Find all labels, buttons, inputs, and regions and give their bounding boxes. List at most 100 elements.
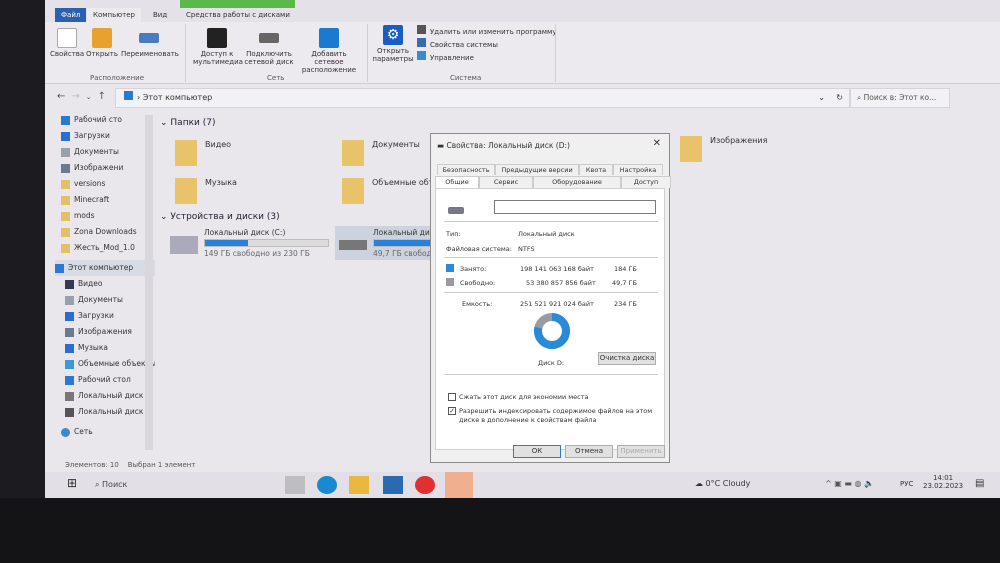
dialog-tab[interactable]: Доступ xyxy=(621,176,671,188)
sidebar-quick-item[interactable]: Документы xyxy=(55,144,155,160)
folder-pictures[interactable]: Изображения xyxy=(680,136,767,162)
add-network-location-button[interactable]: Добавить сетевое расположение xyxy=(297,28,361,74)
clock[interactable]: 14:01 23.02.2023 xyxy=(923,474,963,490)
compress-checkbox[interactable]: Сжать этот диск для экономии места xyxy=(448,393,589,401)
folder-icon xyxy=(61,163,70,173)
properties-dialog: ▬ Свойства: Локальный диск (D:) ✕ Безопа… xyxy=(430,133,671,463)
rename-button[interactable]: Переименовать xyxy=(121,28,179,58)
sidebar-quick-item[interactable]: Изображени xyxy=(55,160,155,176)
drive-name-input[interactable] xyxy=(494,200,656,214)
mail-icon[interactable] xyxy=(383,476,403,494)
taskbar-search[interactable]: ⌕ Поиск xyxy=(95,476,275,494)
devices-header[interactable]: ⌄ Устройства и диски (3) xyxy=(160,212,280,222)
folder-music[interactable]: Музыка xyxy=(175,178,237,204)
folder-icon xyxy=(61,131,70,141)
drive-icon xyxy=(339,240,367,250)
checkbox[interactable]: ✓ xyxy=(448,407,456,415)
cancel-button[interactable]: Отмена xyxy=(565,445,613,458)
dialog-tab[interactable]: Безопасность xyxy=(437,164,495,175)
address-bar[interactable]: › Этот компьютер ⌄ ↻ xyxy=(115,88,850,108)
sidebar-scrollbar[interactable] xyxy=(145,115,153,450)
network-icon xyxy=(61,427,70,437)
ok-button[interactable]: ОК xyxy=(513,445,561,458)
sidebar-quick-item[interactable]: Жесть_Mod_1.0 xyxy=(55,240,155,256)
drive-c[interactable]: Локальный диск (C:) 149 ГБ свободно из 23… xyxy=(170,228,329,258)
tab-file[interactable]: Файл xyxy=(55,8,87,22)
folders-header[interactable]: ⌄ Папки (7) xyxy=(160,118,215,128)
free-label: Свободно: xyxy=(460,279,496,287)
dialog-tab[interactable]: Оборудование xyxy=(533,176,621,188)
start-button[interactable]: ⊞ xyxy=(67,476,87,494)
open-settings-button[interactable]: ⚙ Открыть параметры xyxy=(371,25,415,63)
forward-icon[interactable]: → xyxy=(71,91,85,102)
tray-icons[interactable]: ^ ▣ ▬ ◍ 🔈 xyxy=(825,479,874,488)
tab-computer[interactable]: Компьютер xyxy=(87,8,141,22)
search-icon: ⌕ xyxy=(857,93,864,102)
up-icon[interactable]: ↑ xyxy=(98,91,112,102)
edge-icon[interactable] xyxy=(317,476,337,494)
tab-disk-tools[interactable]: Средства работы с дисками xyxy=(180,8,296,22)
3d-objects-folder-icon xyxy=(342,178,364,204)
map-drive-button[interactable]: Подключить сетевой диск xyxy=(243,28,295,66)
status-bar: Элементов: 10 Выбран 1 элемент xyxy=(65,461,196,469)
sidebar-quick-item[interactable]: Zona Downloads xyxy=(55,224,155,240)
address-dropdown-icon[interactable]: ⌄ xyxy=(818,89,825,107)
notifications-icon[interactable]: ▤ xyxy=(975,478,984,489)
folder-video[interactable]: Видео xyxy=(175,140,231,166)
close-button[interactable]: ✕ xyxy=(653,138,661,149)
file-explorer-icon[interactable] xyxy=(349,476,369,494)
dialog-tab[interactable]: Квота xyxy=(579,164,613,175)
open-button[interactable]: Открыть xyxy=(85,28,119,58)
language-indicator[interactable]: РУС xyxy=(900,480,913,488)
sidebar-quick-item[interactable]: Загрузки xyxy=(55,128,155,144)
type-value: Локальный диск xyxy=(518,230,575,238)
apply-button[interactable]: Применить xyxy=(617,445,665,458)
drive-icon xyxy=(448,207,464,214)
weather-widget[interactable]: ☁ 0°C Cloudy xyxy=(695,479,750,488)
index-checkbox[interactable]: ✓ Разрешить индексировать содержимое файл… xyxy=(448,407,653,425)
recent-dropdown-icon[interactable]: ⌄ xyxy=(86,93,98,101)
sidebar-pc-item[interactable]: Видео xyxy=(55,276,155,292)
dialog-tab[interactable]: Предыдущие версии xyxy=(495,164,579,175)
sidebar-quick-item[interactable]: mods xyxy=(55,208,155,224)
sidebar-pc-item[interactable]: Загрузки xyxy=(55,308,155,324)
sidebar-pc-item[interactable]: Музыка xyxy=(55,340,155,356)
drive-d[interactable]: Локальный диск (D:)49,7 ГБ свободно из 2… xyxy=(335,226,435,260)
refresh-icon[interactable]: ↻ xyxy=(836,89,843,107)
tab-view[interactable]: Вид xyxy=(147,8,173,22)
yandex-icon[interactable] xyxy=(415,476,435,494)
back-icon[interactable]: ← xyxy=(57,91,71,102)
gear-icon: ⚙ xyxy=(383,25,403,45)
dialog-tab[interactable]: Общие xyxy=(435,176,479,188)
sidebar-quick-item[interactable]: versions xyxy=(55,176,155,192)
disk-label: Диск D: xyxy=(538,359,565,367)
checkbox[interactable] xyxy=(448,393,456,401)
task-view-icon[interactable] xyxy=(285,476,305,494)
system-properties-link[interactable]: Свойства системы xyxy=(417,38,556,51)
sidebar-quick-item[interactable]: Рабочий сто xyxy=(55,112,155,128)
sidebar-pc-item[interactable]: Рабочий стол xyxy=(55,372,155,388)
dialog-tab[interactable]: Настройка xyxy=(613,164,663,175)
disk-cleanup-button[interactable]: Очистка диска xyxy=(598,352,656,365)
uninstall-program-link[interactable]: Удалить или изменить программу xyxy=(417,25,556,38)
media-access-button[interactable]: Доступ к мультимедиа xyxy=(193,28,243,66)
ribbon: Свойства Открыть Переименовать Расположе… xyxy=(45,22,1000,84)
sidebar-pc-item[interactable]: Локальный диск xyxy=(55,388,155,404)
dialog-tab[interactable]: Сервис xyxy=(479,176,533,188)
manage-link[interactable]: Управление xyxy=(417,51,556,64)
active-app-icon[interactable] xyxy=(445,472,473,498)
sidebar-network[interactable]: Сеть xyxy=(55,424,155,440)
search-input[interactable]: ⌕ Поиск в: Этот ко... xyxy=(850,88,950,108)
free-color-swatch xyxy=(446,278,454,286)
folder-icon xyxy=(61,195,70,205)
properties-button[interactable]: Свойства xyxy=(50,28,84,58)
sidebar-quick-item[interactable]: Minecraft xyxy=(55,192,155,208)
sidebar-pc-item[interactable]: Объемные объекты xyxy=(55,356,155,372)
sidebar-pc-item[interactable]: Документы xyxy=(55,292,155,308)
sidebar-this-pc[interactable]: Этот компьютер xyxy=(55,260,155,276)
folder-icon xyxy=(65,359,74,369)
sidebar-pc-item[interactable]: Изображения xyxy=(55,324,155,340)
folder-documents[interactable]: Документы xyxy=(342,140,420,166)
sidebar-pc-item[interactable]: Локальный диск xyxy=(55,404,155,420)
folder-icon xyxy=(65,343,74,353)
